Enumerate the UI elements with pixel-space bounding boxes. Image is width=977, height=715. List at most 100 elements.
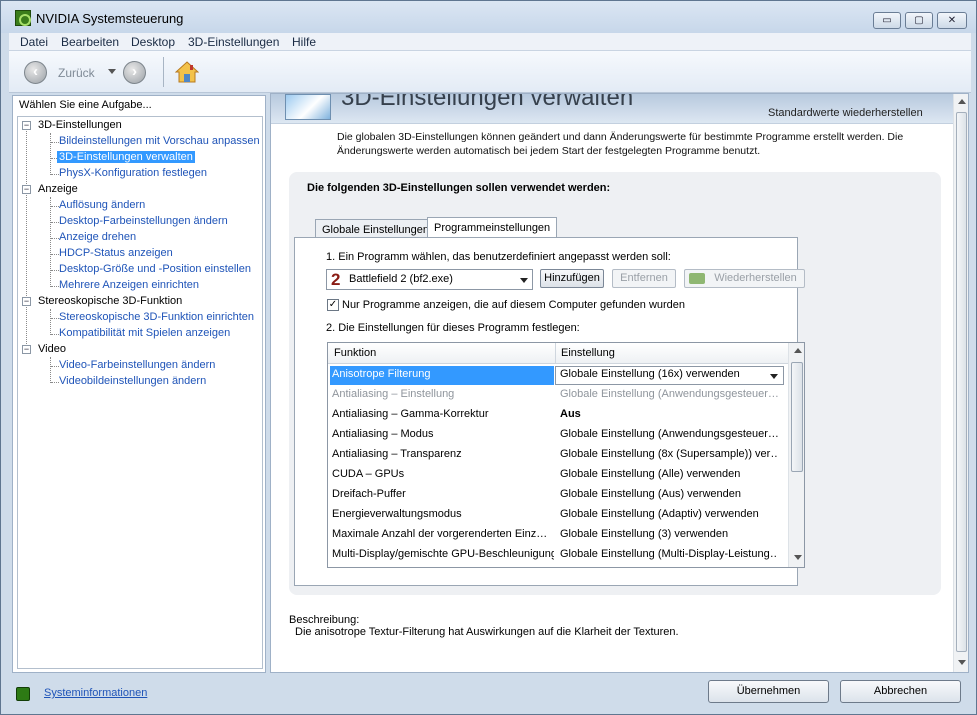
content-scrollbar[interactable]: [953, 94, 968, 672]
tree-item-desktop-groesse[interactable]: Desktop-Größe und -Position einstellen: [59, 263, 251, 275]
forward-arrow-icon[interactable]: ›: [123, 61, 146, 84]
cell-setting: Globale Einstellung (Multi-Display-Leist…: [560, 548, 778, 560]
cell-function: Anisotrope Filterung: [332, 368, 431, 380]
grid-scroll-down-icon[interactable]: [794, 555, 802, 560]
cell-setting: Globale Einstellung (3) verwenden: [560, 528, 729, 540]
tree-category-video[interactable]: Video: [38, 343, 66, 355]
menu-datei[interactable]: Datei: [20, 35, 48, 49]
found-programs-only-label[interactable]: Nur Programme anzeigen, die auf diesem C…: [342, 299, 685, 311]
minimize-button[interactable]: ▭: [873, 12, 901, 29]
found-programs-only-checkbox[interactable]: ✓: [327, 299, 339, 311]
expander-stereoskopisch[interactable]: −: [22, 297, 31, 306]
menu-hilfe[interactable]: Hilfe: [292, 35, 316, 49]
table-row[interactable]: Antialiasing – Einstellung Globale Einste…: [328, 385, 788, 405]
cell-setting: Globale Einstellung (8x (Supersample)) v…: [560, 448, 778, 460]
content-panel: 3D-Einstellungen verwalten Standardwerte…: [270, 93, 969, 673]
expander-3d-einstellungen[interactable]: −: [22, 121, 31, 130]
apply-button[interactable]: Übernehmen: [708, 680, 829, 703]
program-select[interactable]: 2 Battlefield 2 (bf2.exe): [326, 269, 533, 290]
tree-category-anzeige[interactable]: Anzeige: [38, 183, 78, 195]
column-header-einstellung[interactable]: Einstellung: [561, 347, 615, 359]
step2-label: 2. Die Einstellungen für dieses Programm…: [326, 322, 580, 334]
table-row[interactable]: Multi-Display/gemischte GPU-Beschleunigu…: [328, 545, 788, 565]
window-title: NVIDIA Systemsteuerung: [36, 11, 184, 26]
table-row[interactable]: Dreifach-Puffer Globale Einstellung (Aus)…: [328, 485, 788, 505]
cell-setting: Globale Einstellung (Adaptiv) verwenden: [560, 508, 759, 520]
home-icon[interactable]: [175, 60, 199, 84]
tree-item-aufloesung[interactable]: Auflösung ändern: [59, 199, 145, 211]
restore-program-button-label: Wiederherstellen: [714, 272, 797, 284]
cell-function: Multi-Display/gemischte GPU-Beschleunigu…: [332, 548, 554, 560]
menu-bearbeiten[interactable]: Bearbeiten: [61, 35, 119, 49]
cell-function: Antialiasing – Transparenz: [332, 448, 462, 460]
cell-function: Antialiasing – Einstellung: [332, 388, 455, 400]
grid-header: Funktion Einstellung: [328, 343, 788, 364]
table-row[interactable]: Energieverwaltungsmodus Globale Einstellu…: [328, 505, 788, 525]
table-row[interactable]: Antialiasing – Transparenz Globale Einste…: [328, 445, 788, 465]
grid-scroll-thumb[interactable]: [791, 362, 803, 472]
add-program-button[interactable]: Hinzufügen: [540, 269, 604, 288]
tree-item-desktop-farbeinstellungen[interactable]: Desktop-Farbeinstellungen ändern: [59, 215, 228, 227]
cell-function: Dreifach-Puffer: [332, 488, 406, 500]
cell-setting: Globale Einstellung (Alle) verwenden: [560, 468, 741, 480]
grid-scroll-up-icon[interactable]: [794, 348, 802, 353]
restore-defaults-link[interactable]: Standardwerte wiederherstellen: [768, 107, 923, 119]
expander-video[interactable]: −: [22, 345, 31, 354]
tree-item-videobildeinstellungen[interactable]: Videobildeinstellungen ändern: [59, 375, 206, 387]
cell-function: Antialiasing – Gamma-Korrektur: [332, 408, 489, 420]
content-scroll-down-icon[interactable]: [958, 660, 966, 665]
nvidia-logo-icon: [689, 273, 705, 284]
history-dropdown-icon[interactable]: [108, 69, 116, 74]
menu-desktop[interactable]: Desktop: [131, 35, 175, 49]
toolbar: ‹ Zurück ›: [9, 51, 971, 93]
table-row[interactable]: CUDA – GPUs Globale Einstellung (Alle) ve…: [328, 465, 788, 485]
task-panel-header: Wählen Sie eine Aufgabe...: [19, 99, 152, 111]
tree-category-3d-einstellungen[interactable]: 3D-Einstellungen: [38, 119, 122, 131]
maximize-button[interactable]: ▢: [905, 12, 933, 29]
table-row[interactable]: Anisotrope Filterung Globale Einstellung …: [328, 365, 788, 385]
back-arrow-icon[interactable]: ‹: [24, 61, 47, 84]
content-scroll-up-icon[interactable]: [958, 99, 966, 104]
settings-grid: Funktion Einstellung Anisotrope Filterun…: [327, 342, 805, 568]
cell-function: Energieverwaltungsmodus: [332, 508, 462, 520]
tree-item-kompatibilitaet[interactable]: Kompatibilität mit Spielen anzeigen: [59, 327, 230, 339]
cell-setting: Globale Einstellung (Aus) verwenden: [560, 488, 741, 500]
tree-item-stereo-einrichten[interactable]: Stereoskopische 3D-Funktion einrichten: [59, 311, 254, 323]
close-button[interactable]: ✕: [937, 12, 967, 29]
system-info-link[interactable]: Systeminformationen: [44, 687, 147, 699]
expander-anzeige[interactable]: −: [22, 185, 31, 194]
content-scroll-thumb[interactable]: [956, 112, 967, 652]
grid-scrollbar[interactable]: [788, 343, 804, 567]
description-label: Beschreibung:: [289, 614, 360, 626]
program-dropdown-arrow-icon[interactable]: [520, 278, 528, 283]
task-tree: − 3D-Einstellungen Bildeinstellungen mit…: [17, 116, 263, 669]
tree-item-anzeige-drehen[interactable]: Anzeige drehen: [59, 231, 136, 243]
restore-program-button[interactable]: Wiederherstellen: [684, 269, 805, 288]
tree-item-3d-einstellungen-verwalten[interactable]: 3D-Einstellungen verwalten: [57, 151, 195, 163]
cell-function: Maximale Anzahl der vorgerenderten Einz…: [332, 528, 548, 540]
title-bar[interactable]: NVIDIA Systemsteuerung ▭ ▢ ✕: [1, 1, 976, 33]
tree-category-stereoskopisch[interactable]: Stereoskopische 3D-Funktion: [38, 295, 182, 307]
page-header: 3D-Einstellungen verwalten Standardwerte…: [271, 94, 953, 124]
table-row[interactable]: Antialiasing – Modus Globale Einstellung …: [328, 425, 788, 445]
tree-item-hdcp-status[interactable]: HDCP-Status anzeigen: [59, 247, 173, 259]
3d-settings-header-image-icon: [285, 94, 331, 120]
page-title: 3D-Einstellungen verwalten: [341, 93, 634, 111]
nvidia-app-icon: [15, 10, 31, 26]
column-header-funktion[interactable]: Funktion: [334, 347, 376, 359]
remove-program-button[interactable]: Entfernen: [612, 269, 676, 288]
step1-label: 1. Ein Programm wählen, das benutzerdefi…: [326, 251, 671, 263]
tree-item-mehrere-anzeigen[interactable]: Mehrere Anzeigen einrichten: [59, 279, 199, 291]
task-panel: Wählen Sie eine Aufgabe... − 3D-Einstell…: [12, 95, 266, 673]
table-row[interactable]: Maximale Anzahl der vorgerenderten Einz……: [328, 525, 788, 545]
table-row[interactable]: Antialiasing – Gamma-Korrektur Aus: [328, 405, 788, 425]
cell-function: Antialiasing – Modus: [332, 428, 434, 440]
tree-item-video-farbeinstellungen[interactable]: Video-Farbeinstellungen ändern: [59, 359, 215, 371]
system-info-icon[interactable]: [16, 687, 30, 701]
cell-setting: Globale Einstellung (16x) verwenden: [560, 368, 740, 380]
cancel-button[interactable]: Abbrechen: [840, 680, 961, 703]
menu-3d-einstellungen[interactable]: 3D-Einstellungen: [188, 35, 279, 49]
tree-item-physx-konfiguration[interactable]: PhysX-Konfiguration festlegen: [59, 167, 207, 179]
back-button-label[interactable]: Zurück: [58, 66, 95, 80]
tree-item-bildeinstellungen[interactable]: Bildeinstellungen mit Vorschau anpassen: [59, 135, 260, 147]
